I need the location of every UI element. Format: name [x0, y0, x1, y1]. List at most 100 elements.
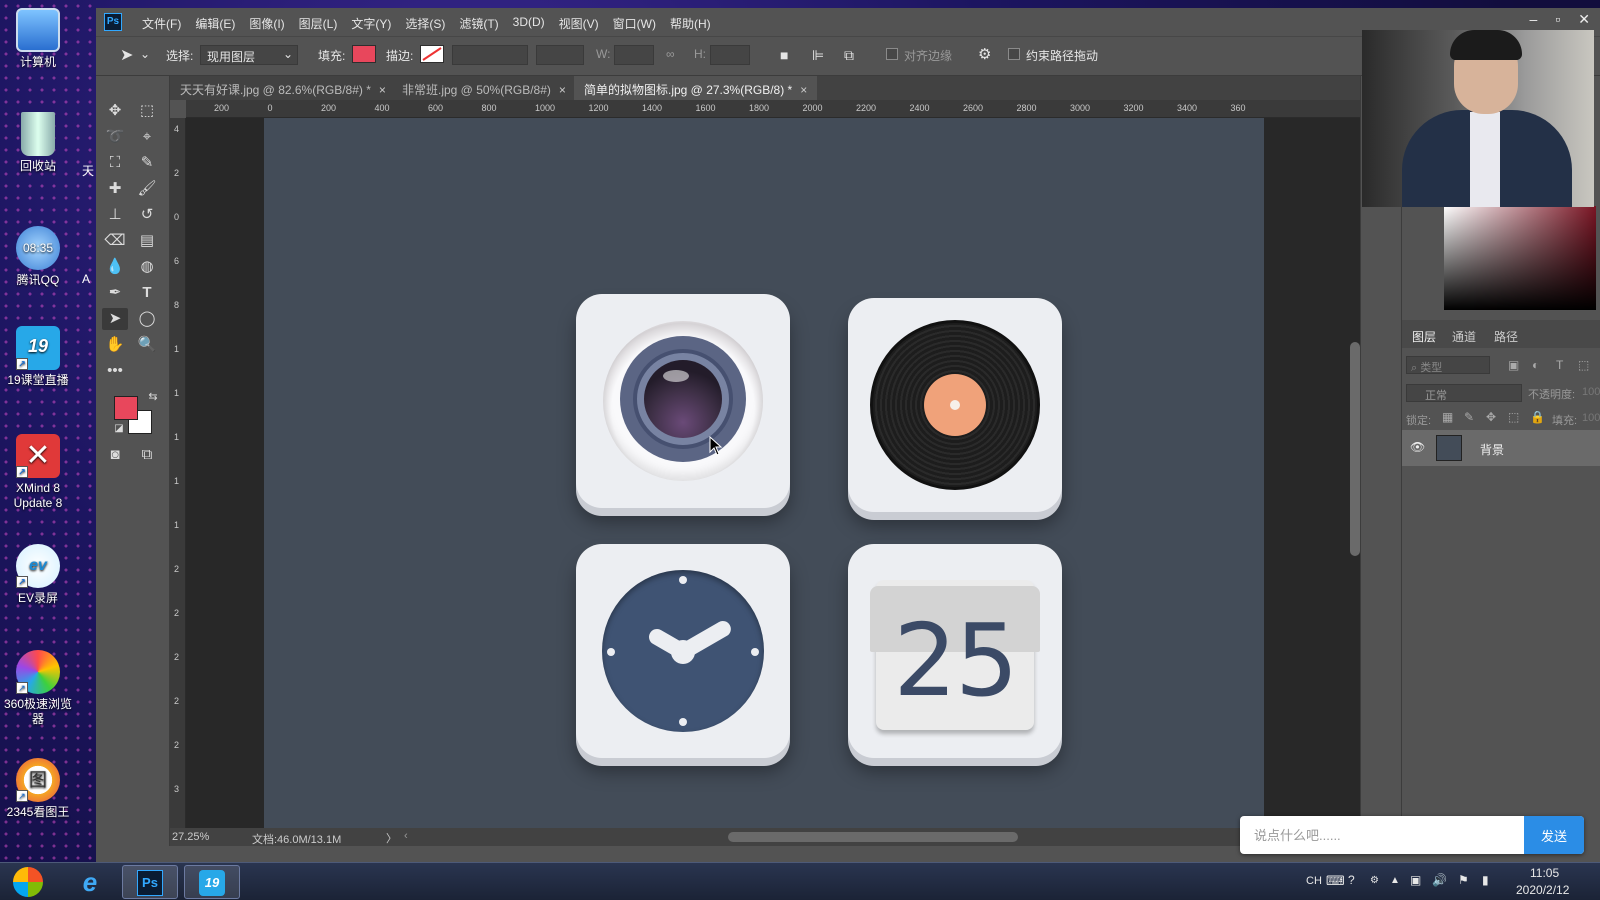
blur-tool-icon[interactable]: 💧	[102, 256, 128, 278]
stroke-none-swatch[interactable]	[420, 45, 444, 63]
canvas-area[interactable]: 25	[186, 118, 1360, 828]
clock-date[interactable]: 2020/2/12	[1516, 883, 1569, 897]
eyedropper-tool-icon[interactable]: ✎	[134, 152, 160, 174]
volume-icon[interactable]: 🔊	[1432, 873, 1447, 887]
marquee-tool-icon[interactable]: ⬚	[134, 100, 160, 122]
menu-select[interactable]: 选择(S)	[405, 15, 445, 32]
status-menu-arrow-icon[interactable]: 〉	[386, 830, 397, 846]
desktop-icon-qq[interactable]: 08:35 腾讯QQ	[2, 226, 74, 288]
taskbar-ie[interactable]: e	[64, 865, 116, 899]
layer-name[interactable]: 背景	[1480, 441, 1504, 458]
start-button[interactable]	[6, 865, 50, 899]
tab-channels[interactable]: 通道	[1452, 328, 1476, 345]
desktop-icon-computer[interactable]: 计算机	[2, 8, 74, 70]
constrain-path-checkbox[interactable]	[1008, 48, 1020, 60]
lock-artboard-icon[interactable]: ⬚	[1508, 410, 1519, 424]
color-picker-field[interactable]	[1444, 206, 1596, 310]
close-tab-icon[interactable]: ×	[379, 83, 386, 97]
desktop-icon-recycle-bin[interactable]: 回收站	[2, 112, 74, 174]
layer-row[interactable]: 👁 背景 🔒	[1402, 430, 1600, 466]
path-alignment-icon[interactable]: ⊫	[812, 47, 824, 64]
lock-position-icon[interactable]: ✥	[1486, 410, 1496, 424]
quick-mask-icon[interactable]: ◙	[102, 444, 128, 466]
lock-pixels-icon[interactable]: ✎	[1464, 410, 1474, 424]
action-center-icon[interactable]: ⚑	[1458, 873, 1469, 887]
eye-icon[interactable]: 👁	[1410, 440, 1425, 454]
swap-colors-icon[interactable]: ⇆	[140, 386, 166, 408]
desktop-icon-2345-viewer[interactable]: 图 ↗ 2345看图王	[2, 758, 74, 820]
ellipse-tool-icon[interactable]: ◯	[134, 308, 160, 330]
dodge-tool-icon[interactable]: ◍	[134, 256, 160, 278]
close-icon[interactable]: ✕	[1578, 11, 1590, 28]
desktop-icon-ev-recorder[interactable]: ev ↗ EV录屏	[2, 544, 74, 606]
filter-adjustment-icon[interactable]: ◐	[1532, 358, 1539, 372]
healing-brush-tool-icon[interactable]: ✚	[102, 178, 128, 200]
width-field[interactable]	[614, 45, 654, 65]
vertical-scrollbar-thumb[interactable]	[1350, 342, 1360, 556]
zoom-tool-icon[interactable]: 🔍	[134, 334, 160, 356]
brush-tool-icon[interactable]: 🖌	[134, 178, 160, 200]
tab-paths[interactable]: 路径	[1494, 328, 1518, 345]
move-tool-icon[interactable]: ✥	[102, 100, 128, 122]
path-operations-icon[interactable]: ■	[780, 47, 788, 63]
artboard[interactable]: 25	[264, 118, 1264, 828]
height-field[interactable]	[710, 45, 750, 65]
tab-layers[interactable]: 图层	[1412, 328, 1436, 345]
help-icon[interactable]: ?	[1348, 873, 1355, 887]
menu-image[interactable]: 图像(I)	[249, 15, 284, 32]
menu-filter[interactable]: 滤镜(T)	[459, 15, 498, 32]
hand-tool-icon[interactable]: ✋	[102, 334, 128, 356]
blend-mode-dropdown[interactable]: 正常	[1406, 384, 1522, 402]
show-hidden-icons-icon[interactable]: ▲	[1390, 875, 1400, 886]
gear-icon[interactable]: ⚙	[978, 45, 991, 63]
menu-layer[interactable]: 图层(L)	[299, 15, 338, 32]
desktop-icon-xmind[interactable]: ✕ ↗ XMind 8 Update 8	[2, 434, 74, 511]
taskbar-19ketang[interactable]: 19	[184, 865, 240, 899]
menu-help[interactable]: 帮助(H)	[670, 15, 711, 32]
tray-settings-icon[interactable]: ⚙	[1370, 875, 1379, 886]
link-icon[interactable]: ∞	[666, 47, 675, 61]
fill-value[interactable]: 100%	[1582, 412, 1600, 424]
taskbar-photoshop[interactable]: Ps	[122, 865, 178, 899]
menu-3d[interactable]: 3D(D)	[513, 15, 545, 32]
history-brush-tool-icon[interactable]: ↺	[134, 204, 160, 226]
send-button[interactable]: 发送	[1524, 816, 1584, 854]
network-icon[interactable]: ▮	[1482, 873, 1489, 887]
stroke-width-field[interactable]	[452, 45, 528, 65]
fill-color-swatch[interactable]	[352, 45, 376, 63]
input-method-indicator[interactable]: CH	[1306, 875, 1322, 887]
close-tab-icon[interactable]: ×	[559, 83, 566, 97]
desktop-icon-19ketang[interactable]: 19 ↗ 19课堂直播	[2, 326, 74, 388]
scroll-left-icon[interactable]: ‹	[404, 830, 408, 842]
device-icon[interactable]: ▣	[1410, 873, 1421, 887]
zoom-level[interactable]: 27.25%	[172, 831, 209, 843]
close-tab-icon[interactable]: ×	[800, 83, 807, 97]
more-tools-icon[interactable]: •••	[102, 360, 128, 382]
tab-document-1[interactable]: 天天有好课.jpg @ 82.6%(RGB/8#) * ×	[170, 76, 396, 100]
filter-shape-icon[interactable]: ⬚	[1578, 358, 1589, 372]
foreground-color-swatch[interactable]	[114, 396, 138, 420]
lock-all-icon[interactable]: 🔒	[1530, 410, 1545, 424]
opacity-value[interactable]: 100%	[1582, 386, 1600, 398]
stroke-type-dropdown[interactable]	[536, 45, 584, 65]
select-layer-dropdown[interactable]: 现用图层 ⌄	[200, 45, 298, 65]
gradient-tool-icon[interactable]: ▤	[134, 230, 160, 252]
lasso-tool-icon[interactable]: ➰	[102, 126, 128, 148]
menu-window[interactable]: 窗口(W)	[613, 15, 656, 32]
path-selection-tool-icon[interactable]: ➤	[102, 308, 128, 330]
keyboard-icon[interactable]: ⌨	[1326, 873, 1345, 889]
tool-preset-chevron-icon[interactable]: ⌄	[140, 47, 150, 61]
quick-select-tool-icon[interactable]: ⌖	[134, 126, 160, 148]
desktop-icon-360-browser[interactable]: ↗ 360极速浏览器	[2, 650, 74, 727]
clock-time[interactable]: 11:05	[1530, 866, 1559, 880]
crop-tool-icon[interactable]: ⛶	[102, 152, 128, 174]
menu-file[interactable]: 文件(F)	[142, 15, 181, 32]
chat-input[interactable]	[1240, 816, 1528, 854]
eraser-tool-icon[interactable]: ⌫	[102, 230, 128, 252]
path-arrangement-icon[interactable]: ⧉	[844, 47, 854, 64]
screen-mode-icon[interactable]: ⧉	[134, 444, 160, 466]
path-selection-tool-icon[interactable]: ➤	[120, 45, 133, 65]
default-colors-icon[interactable]: ◪	[106, 418, 132, 440]
menu-edit[interactable]: 编辑(E)	[195, 15, 235, 32]
menu-view[interactable]: 视图(V)	[559, 15, 599, 32]
